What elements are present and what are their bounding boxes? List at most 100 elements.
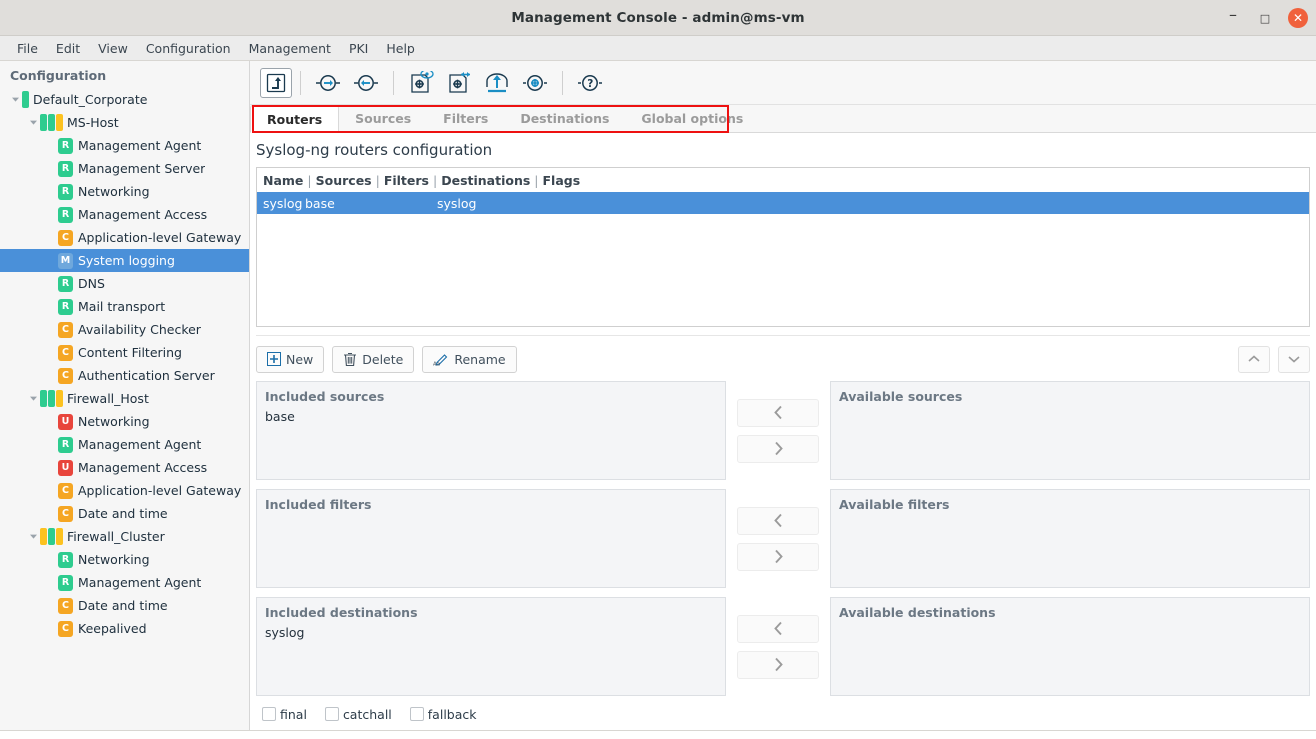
badge-r-icon: R (58, 183, 73, 200)
badge-r-icon: R (58, 551, 73, 568)
column-header-sources[interactable]: Sources (316, 173, 372, 188)
menu-item-pki[interactable]: PKI (340, 38, 377, 59)
new-button[interactable]: New (256, 345, 325, 373)
included-listbox-0[interactable]: Included sources base (256, 381, 726, 480)
sidebar-item-content-filtering[interactable]: C Content Filtering (0, 341, 250, 364)
column-header-flags[interactable]: Flags (543, 173, 581, 188)
column-separator: | (534, 172, 539, 188)
sidebar-item-networking[interactable]: R Networking (0, 180, 250, 203)
available-listbox-2[interactable]: Available destinations (830, 597, 1310, 696)
sidebar-item-default-corporate[interactable]: Default_Corporate (0, 88, 250, 111)
sidebar-item-availability-checker[interactable]: C Availability Checker (0, 318, 250, 341)
included-listbox-2[interactable]: Included destinations syslog (256, 597, 726, 696)
window-title: Management Console - admin@ms-vm (511, 9, 805, 26)
listbox-title: Included filters (265, 497, 372, 512)
sidebar-item-system-logging[interactable]: M System logging (0, 249, 250, 272)
rename-button[interactable]: Aa Rename (422, 345, 517, 373)
sidebar-item-keepalived[interactable]: C Keepalived (0, 617, 250, 640)
table-row[interactable]: syslog base syslog (257, 192, 1309, 214)
list-item[interactable]: syslog (265, 624, 717, 642)
sidebar-item-application-level-gateway[interactable]: C Application-level Gateway (0, 479, 250, 502)
sidebar-item-dns[interactable]: R DNS (0, 272, 250, 295)
column-header-destinations[interactable]: Destinations (441, 173, 530, 188)
tab-filters[interactable]: Filters (427, 105, 504, 132)
sidebar-item-application-level-gateway[interactable]: C Application-level Gateway (0, 226, 250, 249)
available-listbox-1[interactable]: Available filters (830, 489, 1310, 588)
flag-label: final (280, 706, 307, 722)
sidebar-item-date-and-time[interactable]: C Date and time (0, 502, 250, 525)
move-right-button-2[interactable] (737, 650, 819, 679)
svg-text:?: ? (587, 78, 593, 90)
menu-item-management[interactable]: Management (240, 38, 340, 59)
menu-item-view[interactable]: View (89, 38, 137, 59)
configuration-tree[interactable]: Default_Corporate MS-Host R Management Agen… (0, 88, 250, 640)
delete-button[interactable]: Delete (332, 345, 415, 373)
tab-destinations[interactable]: Destinations (504, 105, 625, 132)
toolbar-view-config-icon[interactable] (402, 66, 440, 100)
toolbar-back-icon[interactable] (347, 66, 385, 100)
move-right-button-1[interactable] (737, 542, 819, 571)
flag-checkbox-catchall[interactable]: catchall (324, 707, 392, 722)
routers-table[interactable]: Name | Sources | Filters | Destinations | Flags … (256, 167, 1310, 327)
menu-item-edit[interactable]: Edit (47, 38, 89, 59)
tab-routers[interactable]: Routers (250, 105, 340, 133)
toolbar-settings-icon[interactable] (516, 66, 554, 100)
checkbox-box[interactable] (409, 707, 424, 721)
menu-item-file[interactable]: File (8, 38, 47, 59)
toolbar-upload-icon[interactable] (478, 66, 516, 100)
tab-global-options[interactable]: Global options (625, 105, 759, 132)
sidebar-item-management-agent[interactable]: R Management Agent (0, 571, 250, 594)
twisty-expanded-icon[interactable] (26, 111, 40, 134)
delete-button-label: Delete (362, 351, 404, 367)
sidebar-item-networking[interactable]: R Networking (0, 548, 250, 571)
close-icon[interactable]: ✕ (1288, 8, 1308, 28)
sidebar-item-management-access[interactable]: U Management Access (0, 456, 250, 479)
twisty-expanded-icon[interactable] (8, 88, 22, 111)
move-left-button-0[interactable] (737, 398, 819, 427)
move-up-button[interactable] (1238, 345, 1270, 373)
checkbox-box[interactable] (262, 707, 276, 721)
move-left-button-1[interactable] (737, 506, 819, 535)
sidebar-item-authentication-server[interactable]: C Authentication Server (0, 364, 250, 387)
column-header-name[interactable]: Name (263, 173, 303, 188)
sidebar-item-mail-transport[interactable]: R Mail transport (0, 295, 250, 318)
toolbar-help-icon[interactable]: ? (571, 66, 609, 100)
new-button-label: New (286, 351, 314, 367)
sidebar-item-management-server[interactable]: R Management Server (0, 157, 250, 180)
table-body[interactable]: syslog base syslog (257, 192, 1309, 214)
move-left-button-2[interactable] (737, 614, 819, 643)
flag-checkbox-final[interactable]: final (262, 707, 307, 722)
toolbar-transfer-config-icon[interactable] (440, 66, 478, 100)
toolbar: ? (250, 61, 1316, 105)
sidebar-item-management-access[interactable]: R Management Access (0, 203, 250, 226)
menu-item-configuration[interactable]: Configuration (137, 38, 240, 59)
tab-sources[interactable]: Sources (339, 105, 427, 132)
minimize-icon[interactable]: – (1224, 7, 1242, 27)
included-listbox-1[interactable]: Included filters (256, 489, 726, 588)
sidebar-item-firewall-host[interactable]: Firewall_Host (0, 387, 250, 410)
toolbar-go-up-icon[interactable] (260, 67, 292, 98)
list-item[interactable]: base (265, 408, 717, 426)
sidebar-item-management-agent[interactable]: R Management Agent (0, 134, 250, 157)
menu-item-help[interactable]: Help (377, 38, 424, 59)
sidebar-item-networking[interactable]: U Networking (0, 410, 250, 433)
sidebar-item-management-agent[interactable]: R Management Agent (0, 433, 250, 456)
column-header-filters[interactable]: Filters (384, 173, 429, 188)
move-down-button[interactable] (1278, 345, 1310, 373)
sidebar-item-firewall-cluster[interactable]: Firewall_Cluster (0, 525, 250, 548)
twisty-expanded-icon[interactable] (26, 387, 40, 410)
sidebar-item-ms-host[interactable]: MS-Host (0, 111, 250, 134)
twisty-expanded-icon[interactable] (26, 525, 40, 548)
move-right-button-0[interactable] (737, 434, 819, 463)
maximize-icon[interactable]: □ (1256, 9, 1274, 27)
toolbar-forward-icon[interactable] (309, 66, 347, 100)
sidebar-item-date-and-time[interactable]: C Date and time (0, 594, 250, 617)
flag-checkbox-fallback[interactable]: fallback (409, 707, 477, 722)
available-listbox-0[interactable]: Available sources (830, 381, 1310, 480)
badge-u-icon: U (58, 413, 73, 430)
checkbox-box[interactable] (324, 707, 339, 721)
